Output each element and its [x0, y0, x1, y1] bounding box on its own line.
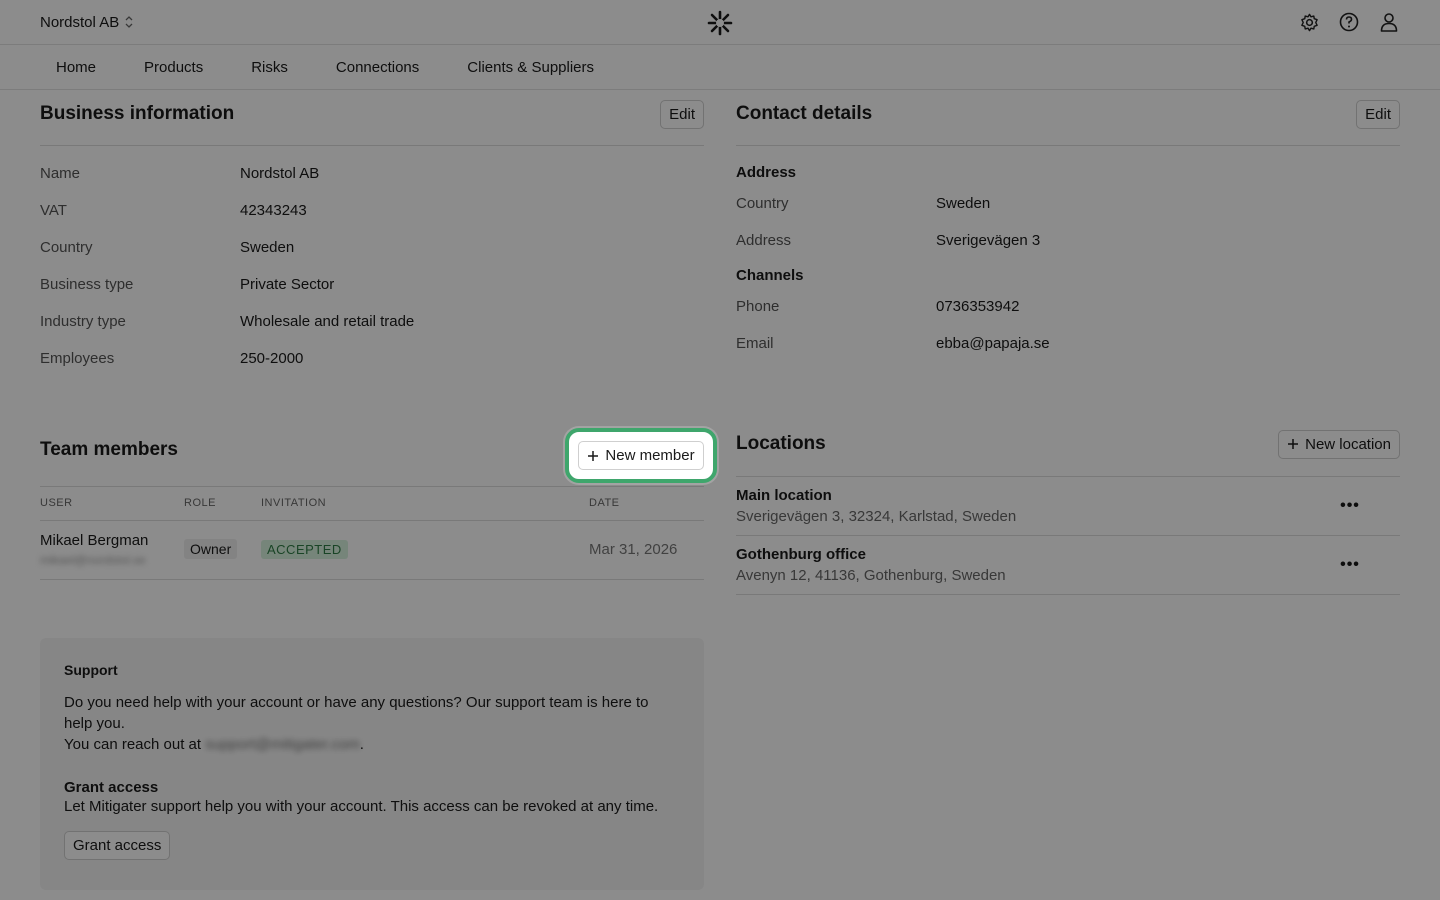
member-name: Mikael Bergman — [40, 532, 149, 549]
field-value: 250-2000 — [240, 350, 304, 367]
field-value: 0736353942 — [936, 298, 1020, 315]
tab-products[interactable]: Products — [112, 59, 219, 76]
support-contact-line: You can reach out at support@mitigater.c… — [64, 736, 364, 753]
contact-row-phone: Phone 0736353942 — [736, 288, 1400, 325]
locations-title: Locations — [736, 433, 826, 454]
field-label: Country — [40, 239, 93, 256]
more-options-icon[interactable]: ••• — [1335, 497, 1365, 515]
field-label: Country — [736, 195, 789, 212]
field-label: Industry type — [40, 313, 126, 330]
user-icon[interactable] — [1378, 11, 1400, 33]
grant-access-title: Grant access — [64, 779, 159, 796]
team-members-table: USER ROLE INVITATION DATE Mikael Bergman… — [40, 487, 704, 580]
field-label: Address — [736, 232, 792, 249]
new-member-button[interactable]: New member — [578, 441, 704, 470]
chevron-up-down-icon — [125, 16, 133, 28]
field-label: VAT — [40, 202, 67, 219]
support-title: Support — [64, 662, 118, 678]
role-badge: Owner — [184, 539, 238, 559]
plus-icon — [1288, 439, 1299, 449]
contact-row-email: Email ebba@papaja.se — [736, 325, 1400, 362]
field-label: Phone — [736, 298, 780, 315]
more-options-icon[interactable]: ••• — [1335, 556, 1365, 574]
business-row-industry-type: Industry type Wholesale and retail trade — [40, 303, 704, 340]
business-row-business-type: Business type Private Sector — [40, 266, 704, 303]
divider — [40, 145, 704, 146]
location-item[interactable]: Gothenburg office Avenyn 12, 41136, Goth… — [736, 536, 1400, 595]
new-location-button[interactable]: New location — [1278, 429, 1400, 459]
field-label: Business type — [40, 276, 134, 293]
status-badge: ACCEPTED — [261, 540, 348, 559]
column-header-invitation: INVITATION — [261, 487, 589, 521]
grant-access-text: Let Mitigater support help you with your… — [64, 798, 659, 815]
field-label: Employees — [40, 350, 115, 367]
location-address: Avenyn 12, 41136, Gothenburg, Sweden — [736, 567, 1006, 584]
brand-logo-icon[interactable] — [707, 10, 733, 36]
support-panel: Support Do you need help with your accou… — [40, 638, 704, 890]
contact-row-country: Country Sweden — [736, 185, 1400, 222]
plus-icon — [588, 450, 599, 461]
member-role-cell: Owner — [184, 520, 261, 580]
contact-details-title: Contact details — [736, 103, 873, 124]
member-user-cell: Mikael Bergman mikael@nordstol.se — [40, 520, 184, 580]
field-value: ebba@papaja.se — [936, 335, 1050, 352]
field-value: Sverigevägen 3 — [936, 232, 1041, 249]
column-header-date: DATE — [589, 487, 704, 521]
member-email: mikael@nordstol.se — [40, 553, 146, 567]
team-members-title: Team members — [40, 439, 178, 460]
new-location-label: New location — [1305, 435, 1391, 453]
column-header-user: USER — [40, 487, 184, 521]
support-contact-prefix: You can reach out at — [64, 736, 202, 753]
support-text: Do you need help with your account or ha… — [64, 694, 649, 732]
tab-risks[interactable]: Risks — [219, 59, 304, 76]
contact-edit-button[interactable]: Edit — [1356, 99, 1400, 129]
tab-home[interactable]: Home — [40, 59, 112, 76]
field-value: Wholesale and retail trade — [240, 313, 415, 330]
grant-access-button[interactable]: Grant access — [64, 831, 171, 860]
business-row-vat: VAT 42343243 — [40, 192, 704, 229]
new-member-highlight: New member — [565, 428, 717, 483]
field-value: Sweden — [936, 195, 991, 212]
main-nav: Home Products Risks Connections Clients … — [0, 45, 1440, 90]
field-label: Name — [40, 165, 81, 182]
business-edit-button[interactable]: Edit — [660, 99, 704, 129]
business-row-name: Name Nordstol AB — [40, 155, 704, 192]
support-email-link[interactable]: support@mitigater.com — [205, 736, 359, 753]
new-member-label: New member — [605, 447, 695, 464]
column-header-role: ROLE — [184, 487, 261, 521]
business-row-country: Country Sweden — [40, 229, 704, 266]
divider — [736, 145, 1400, 146]
location-item[interactable]: Main location Sverigevägen 3, 32324, Kar… — [736, 477, 1400, 536]
location-name: Main location — [736, 487, 832, 504]
contact-details-section: Contact details Edit Address Country Swed… — [736, 98, 1400, 362]
locations-section: Locations New location Main location Sve… — [736, 428, 1400, 595]
settings-icon[interactable] — [1298, 11, 1320, 33]
field-value: Nordstol AB — [240, 165, 320, 182]
field-label: Email — [736, 335, 774, 352]
tab-connections[interactable]: Connections — [304, 59, 435, 76]
company-name: Nordstol AB — [40, 13, 120, 31]
member-date-cell: Mar 31, 2026 — [589, 520, 704, 580]
business-row-employees: Employees 250-2000 — [40, 340, 704, 377]
help-icon[interactable] — [1338, 11, 1360, 33]
tab-clients-suppliers[interactable]: Clients & Suppliers — [435, 59, 610, 76]
business-information-section: Business information Edit Name Nordstol A… — [40, 98, 704, 377]
business-information-title: Business information — [40, 103, 235, 124]
contact-row-address: Address Sverigevägen 3 — [736, 222, 1400, 259]
table-row[interactable]: Mikael Bergman mikael@nordstol.se Owner … — [40, 520, 704, 580]
field-value: 42343243 — [240, 202, 307, 219]
company-switcher[interactable]: Nordstol AB — [40, 14, 133, 31]
member-invitation-cell: ACCEPTED — [261, 520, 589, 580]
top-bar: Nordstol AB — [0, 0, 1440, 45]
location-name: Gothenburg office — [736, 546, 866, 563]
location-address: Sverigevägen 3, 32324, Karlstad, Sweden — [736, 508, 1017, 525]
field-value: Sweden — [240, 239, 295, 256]
field-value: Private Sector — [240, 276, 335, 293]
